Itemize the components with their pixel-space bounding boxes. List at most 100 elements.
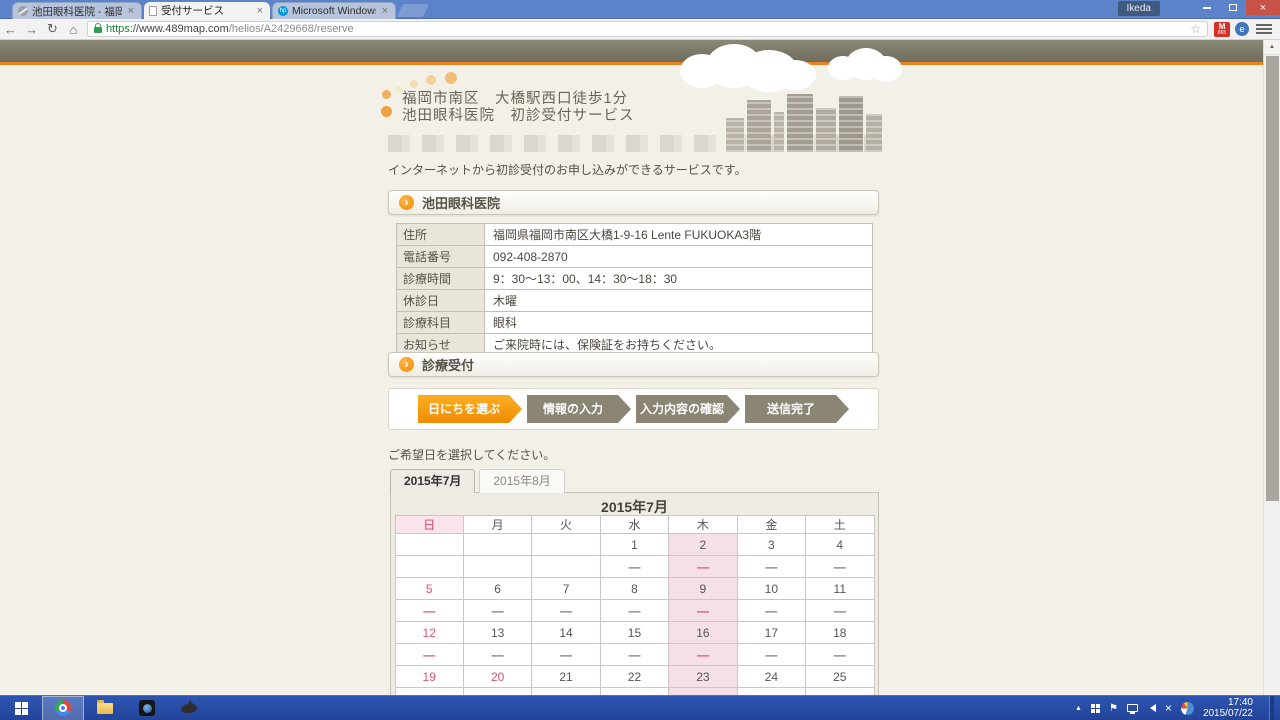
reload-icon[interactable]: ↻ — [42, 21, 63, 37]
calendar-date-cell[interactable]: 8 — [599, 577, 670, 600]
show-desktop-button[interactable] — [1269, 695, 1274, 720]
taskbar-clock[interactable]: 17:40 2015/07/22 — [1203, 697, 1253, 719]
calendar-date-cell[interactable]: 12 — [394, 621, 464, 644]
arrow-circle-icon: › — [399, 357, 414, 372]
taskbar-app-dark[interactable] — [126, 696, 168, 720]
chrome-icon — [55, 700, 71, 716]
calendar-date-cell[interactable]: 24 — [736, 665, 807, 688]
tab-close-icon[interactable]: × — [126, 5, 136, 17]
calendar-date-cell[interactable]: 22 — [599, 665, 670, 688]
calendar-date-cell[interactable]: 14 — [531, 621, 601, 644]
mail-extension-icon[interactable]: M 865 — [1214, 21, 1231, 37]
taskbar-chrome[interactable] — [42, 695, 84, 720]
taskbar-explorer[interactable] — [84, 696, 126, 720]
calendar-date-cell[interactable]: 23 — [668, 665, 738, 688]
info-label: 電話番号 — [396, 245, 485, 268]
calendar-date-cell[interactable]: 19 — [394, 665, 464, 688]
calendar-date-cell[interactable]: 9 — [668, 577, 738, 600]
calendar-date-cell[interactable]: 6 — [462, 577, 533, 600]
calendar-date-cell[interactable]: 10 — [736, 577, 807, 600]
calendar-date-cell[interactable]: 20 — [462, 665, 533, 688]
calendar-status-cell — [462, 555, 533, 578]
calendar-date-cell[interactable]: 13 — [462, 621, 533, 644]
windows-logo-icon — [14, 701, 28, 715]
minimize-button[interactable] — [1194, 0, 1220, 15]
header-bullet-icon — [381, 106, 392, 117]
info-label: 休診日 — [396, 289, 485, 312]
vertical-scrollbar[interactable]: ▲ — [1263, 40, 1280, 695]
weekday-header: 金 — [736, 515, 807, 534]
network-icon[interactable] — [1126, 704, 1138, 714]
cloud-shape — [774, 60, 816, 90]
bookmark-star-icon[interactable]: ☆ — [1190, 22, 1201, 36]
clinic-info-table: 住所 福岡県福岡市南区大橋1-9-16 Lente FUKUOKA3階 電話番号 09… — [396, 223, 873, 356]
restore-button[interactable] — [1220, 0, 1246, 15]
tab-close-icon[interactable]: × — [380, 5, 390, 17]
url-scheme: https — [105, 23, 130, 35]
calendar-status-cell: — — [805, 599, 875, 622]
calendar-status-cell: — — [736, 599, 807, 622]
calendar-date-cell[interactable]: 17 — [736, 621, 807, 644]
show-hidden-icons-icon[interactable]: ▲ — [1075, 705, 1082, 712]
start-button[interactable] — [0, 696, 42, 720]
back-icon[interactable]: ← — [0, 22, 21, 37]
calendar-date-cell[interactable]: 3 — [736, 533, 807, 556]
cloud-shape — [870, 56, 902, 82]
tab-title: 池田眼科医院 - 福岡市南 — [32, 5, 122, 18]
tray-windows-icon[interactable] — [1090, 703, 1100, 713]
taskbar-app-orca[interactable] — [168, 696, 210, 720]
arrow-circle-icon: › — [399, 195, 414, 210]
calendar-date-cell[interactable]: 25 — [805, 665, 875, 688]
calendar-date-cell[interactable]: 2 — [668, 533, 738, 556]
tab-close-icon[interactable]: × — [255, 5, 265, 17]
step-complete: 送信完了 — [745, 395, 849, 423]
tab-month-august[interactable]: 2015年8月 — [479, 469, 565, 493]
scrollbar-thumb[interactable] — [1266, 56, 1279, 501]
forward-icon[interactable]: → — [21, 22, 42, 37]
info-value: 092-408-2870 — [484, 245, 873, 268]
calendar-date-cell[interactable]: 1 — [599, 533, 670, 556]
browser-tab-1[interactable]: 池田眼科医院 - 福岡市南 × — [12, 2, 142, 19]
action-center-flag-icon[interactable]: ⚑ — [1109, 703, 1118, 714]
ime-close-icon[interactable]: × — [1165, 701, 1172, 715]
profile-name[interactable]: Ikeda — [1117, 1, 1160, 16]
browser-tab-3[interactable]: hp Microsoft Windows 8 / × — [272, 2, 396, 19]
volume-icon[interactable] — [1149, 704, 1156, 712]
calendar-date-cell[interactable]: 5 — [394, 577, 464, 600]
chrome-menu-icon[interactable] — [1256, 24, 1272, 34]
step-confirm: 入力内容の確認 — [636, 395, 740, 423]
calendar-status-cell: — — [668, 643, 738, 666]
calendar-date-cell[interactable]: 16 — [668, 621, 738, 644]
home-icon[interactable]: ⌂ — [63, 22, 84, 37]
calendar-date-cell[interactable]: 7 — [531, 577, 601, 600]
calendar-date-cell[interactable]: 11 — [805, 577, 875, 600]
calendar-date-cell[interactable]: 21 — [531, 665, 601, 688]
clinic-section-header: › 池田眼科医院 — [388, 190, 879, 215]
weekday-header: 日 — [394, 515, 464, 534]
calendar-date-cell[interactable]: 18 — [805, 621, 875, 644]
window-controls: × — [1194, 0, 1280, 15]
clinic-section-title: 池田眼科医院 — [422, 196, 501, 211]
folder-icon — [97, 699, 113, 714]
calendar-date-cell[interactable]: 4 — [805, 533, 875, 556]
browser-tab-2-active[interactable]: 受付サービス × — [144, 2, 270, 19]
calendar-status-cell: — — [599, 643, 670, 666]
calendar-status-cell: — — [599, 555, 670, 578]
calendar-status-cell: — — [531, 599, 601, 622]
scroll-up-arrow-icon[interactable]: ▲ — [1264, 40, 1280, 55]
deco-dot — [426, 75, 436, 85]
calendar-date-cell[interactable]: 15 — [599, 621, 670, 644]
tab-month-july[interactable]: 2015年7月 — [390, 469, 476, 493]
calendar-status-cell — [531, 555, 601, 578]
close-button[interactable]: × — [1246, 0, 1280, 15]
ime-ball-icon[interactable] — [1180, 701, 1194, 715]
info-value: 眼科 — [484, 311, 873, 334]
camera-app-icon — [139, 700, 155, 716]
weekday-header: 月 — [462, 515, 533, 534]
new-tab-button[interactable] — [396, 4, 430, 17]
page-content: 福岡市南区 大橋駅西口徒歩1分 池田眼科医院 初診受付サービス インターネットか… — [381, 40, 902, 695]
url-path: /helios/A2429668/reserve — [228, 23, 354, 35]
browser-extension-icon[interactable]: e — [1235, 22, 1250, 36]
url-bar[interactable]: https ://www.489map.com /helios/A2429668… — [86, 21, 1209, 37]
reservation-stepper: 日にちを選ぶ 情報の入力 入力内容の確認 送信完了 — [388, 388, 879, 430]
